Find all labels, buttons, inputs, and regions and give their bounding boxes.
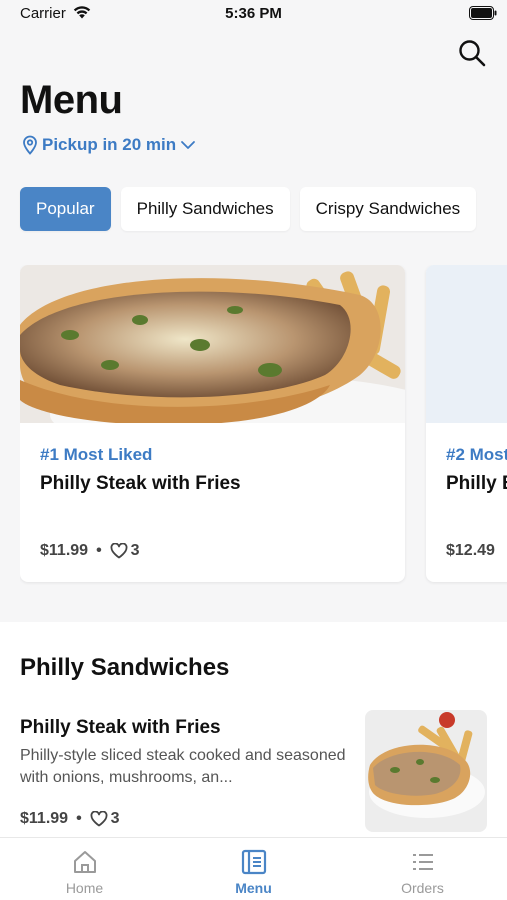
card-price: $11.99 xyxy=(40,542,89,559)
featured-carousel[interactable]: #1 Most Liked Philly Steak with Fries $1… xyxy=(20,265,507,585)
chevron-down-icon xyxy=(181,141,196,149)
likes-count: 3 xyxy=(90,810,120,828)
tab-label: Menu xyxy=(235,880,272,896)
tab-label: Home xyxy=(65,880,104,896)
location-pin-icon xyxy=(23,135,37,155)
category-chips: Popular Philly Sandwiches Crispy Sandwic… xyxy=(20,187,477,231)
search-icon[interactable] xyxy=(457,38,487,68)
card-rank: #2 Most Liked xyxy=(446,445,507,464)
pickup-label: Pickup in 20 min xyxy=(42,135,177,154)
likes-count: 3 xyxy=(110,542,140,560)
food-image xyxy=(426,265,507,423)
separator-dot: • xyxy=(96,542,102,559)
card-title: Philly B xyxy=(446,473,507,494)
tab-orders[interactable]: Orders xyxy=(338,838,507,900)
item-thumbnail[interactable] xyxy=(365,710,487,832)
status-bar: Carrier 5:36 PM xyxy=(0,0,507,28)
card-meta: $12.49 xyxy=(446,542,495,560)
sandwich-image xyxy=(20,265,405,423)
card-price: $12.49 xyxy=(446,542,495,559)
separator-dot: • xyxy=(76,810,82,827)
heart-icon xyxy=(90,811,108,827)
tab-menu[interactable]: Menu xyxy=(169,838,338,900)
chip-crispy-sandwiches[interactable]: Crispy Sandwiches xyxy=(299,187,477,231)
likes-number: 3 xyxy=(130,542,140,559)
card-title: Philly Steak with Fries xyxy=(40,473,241,494)
chip-popular[interactable]: Popular xyxy=(20,187,111,231)
menu-book-icon xyxy=(241,849,266,875)
likes-number: 3 xyxy=(110,810,120,827)
list-icon xyxy=(412,854,433,870)
tab-home[interactable]: Home xyxy=(0,838,169,900)
card-meta: $11.99 • 3 xyxy=(40,542,140,560)
pickup-selector[interactable]: Pickup in 20 min xyxy=(22,135,196,155)
item-description: Philly-style sliced steak cooked and sea… xyxy=(20,747,346,786)
item-price: $11.99 xyxy=(20,810,69,827)
item-meta: $11.99 • 3 xyxy=(20,810,120,828)
card-rank: #1 Most Liked xyxy=(40,445,153,464)
tab-label: Orders xyxy=(401,880,444,896)
battery-icon xyxy=(469,6,497,20)
chip-philly-sandwiches[interactable]: Philly Sandwiches xyxy=(120,187,290,231)
home-icon xyxy=(73,851,96,873)
section-title: Philly Sandwiches xyxy=(20,654,230,681)
heart-icon xyxy=(110,543,128,559)
featured-card[interactable]: #1 Most Liked Philly Steak with Fries $1… xyxy=(20,265,405,582)
item-title[interactable]: Philly Steak with Fries xyxy=(20,717,221,739)
featured-card[interactable]: #2 Most Liked Philly B $12.49 xyxy=(426,265,507,582)
page-title: Menu xyxy=(20,78,123,122)
clock: 5:36 PM xyxy=(225,5,282,22)
tab-bar: Home Menu Orders xyxy=(0,837,507,900)
